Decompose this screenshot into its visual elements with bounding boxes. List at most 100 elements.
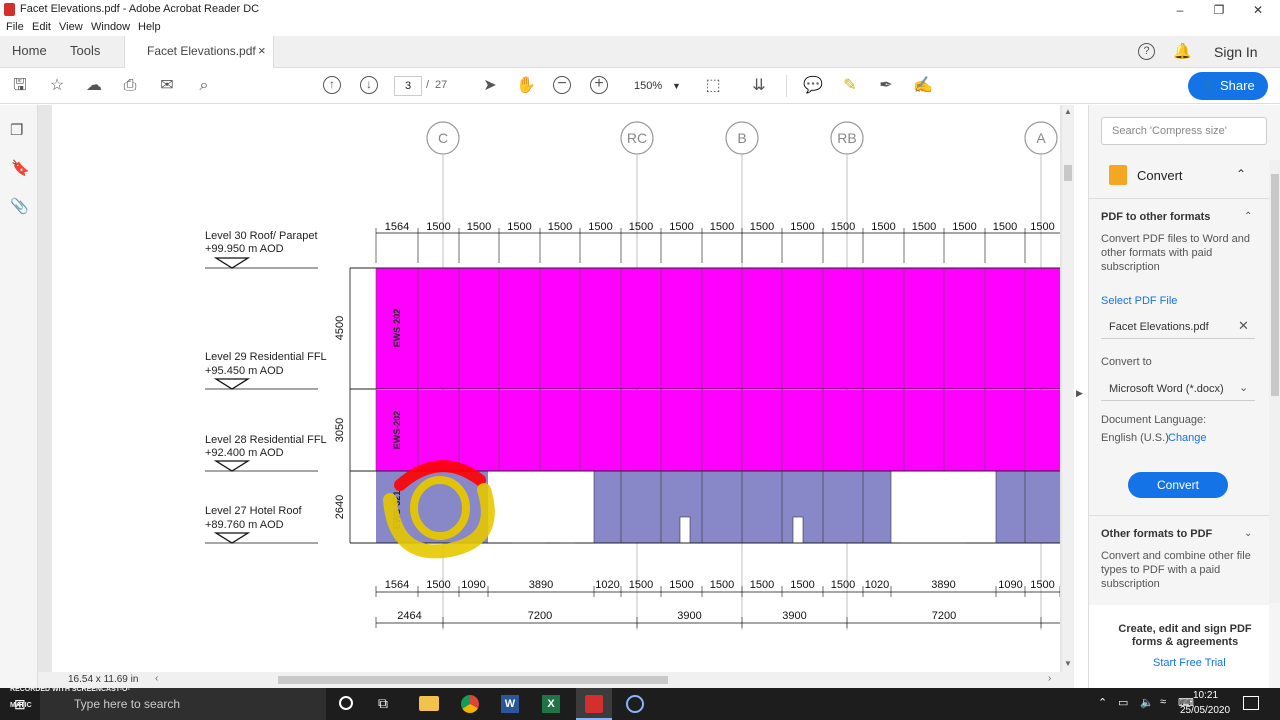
- remove-file-icon[interactable]: ✕: [1238, 318, 1249, 334]
- bookmark-icon[interactable]: 🔖: [11, 159, 30, 177]
- close-window-button[interactable]: ✕: [1238, 0, 1278, 20]
- bottom-dimension: 1500: [669, 579, 693, 591]
- excel-icon[interactable]: X: [542, 695, 560, 713]
- zoom-in-icon[interactable]: +: [590, 76, 608, 94]
- tab-home[interactable]: Home: [12, 36, 47, 68]
- search-placeholder: Search 'Compress size': [1112, 125, 1227, 137]
- previous-page-icon[interactable]: ↑: [323, 76, 341, 94]
- top-dimension: 1500: [871, 221, 895, 233]
- attachment-icon[interactable]: 📎: [10, 197, 29, 215]
- tray-chevron-icon[interactable]: ⌃: [1098, 696, 1107, 709]
- tab-close-icon[interactable]: ×: [258, 36, 266, 68]
- menu-edit[interactable]: Edit: [32, 21, 51, 33]
- right-pane-scrollbar[interactable]: [1269, 160, 1280, 603]
- share-button[interactable]: 👤 Share: [1188, 72, 1268, 100]
- tab-document[interactable]: Facet Elevations.pdf ×: [124, 36, 274, 68]
- hand-tool-icon[interactable]: ✋: [516, 76, 536, 96]
- top-dimension: 1500: [831, 221, 855, 233]
- vertical-scrollbar[interactable]: ▲ ▼: [1062, 105, 1074, 672]
- top-dimension: 1500: [426, 221, 450, 233]
- print-icon[interactable]: ⎙: [120, 76, 140, 96]
- menu-file[interactable]: File: [6, 21, 24, 33]
- acrobat-taskbar-button[interactable]: [576, 688, 612, 720]
- file-explorer-icon[interactable]: [419, 696, 439, 711]
- taskbar-time[interactable]: 10:21: [1193, 690, 1218, 701]
- taskbar-date[interactable]: 25/05/2020: [1180, 705, 1230, 716]
- battery-icon[interactable]: ▭: [1118, 696, 1128, 709]
- start-free-trial-link[interactable]: Start Free Trial: [1153, 657, 1226, 669]
- vertical-scrollbar-thumb[interactable]: [1064, 165, 1072, 181]
- wifi-icon[interactable]: ≈: [1160, 696, 1166, 708]
- scroll-down-icon[interactable]: ▼: [1064, 659, 1072, 668]
- chrome-icon[interactable]: [461, 695, 479, 713]
- star-icon[interactable]: ☆: [47, 76, 67, 96]
- scroll-up-icon[interactable]: ▲: [1064, 107, 1072, 116]
- task-view-icon[interactable]: ⧉: [378, 695, 388, 712]
- page-number-input[interactable]: 3: [394, 76, 422, 96]
- tab-tools[interactable]: Tools: [70, 36, 100, 68]
- menu-view[interactable]: View: [59, 21, 83, 33]
- minimize-button[interactable]: –: [1160, 0, 1200, 20]
- notification-bell-icon[interactable]: 🔔: [1173, 42, 1192, 60]
- top-dimension: 1500: [952, 221, 976, 233]
- page-total: 27: [435, 79, 448, 91]
- pdf-to-other-description: Convert PDF files to Word and other form…: [1101, 233, 1250, 273]
- menu-help[interactable]: Help: [138, 21, 161, 33]
- pages-thumbnail-icon[interactable]: ❐: [10, 121, 23, 139]
- top-dimension: 1500: [669, 221, 693, 233]
- zoom-select[interactable]: 150% ▼: [624, 76, 684, 96]
- change-language-link[interactable]: Change: [1168, 432, 1207, 444]
- bottom-dimension: 1564: [385, 579, 409, 591]
- fit-page-icon[interactable]: ⬚: [703, 76, 723, 96]
- page-separator: /: [426, 79, 430, 91]
- selected-file-field[interactable]: Facet Elevations.pdf ✕: [1101, 315, 1255, 339]
- scroll-left-icon[interactable]: ‹: [155, 673, 158, 684]
- notifications-icon[interactable]: [1243, 696, 1259, 710]
- zoom-out-icon[interactable]: −: [553, 76, 571, 94]
- next-page-icon[interactable]: ↓: [360, 76, 378, 94]
- email-icon[interactable]: ✉: [157, 76, 177, 96]
- chevron-up-icon[interactable]: ⌃: [1244, 211, 1252, 222]
- menu-window[interactable]: Window: [91, 21, 130, 33]
- fill-sign-icon[interactable]: ✍: [913, 76, 933, 96]
- horizontal-scrollbar[interactable]: 16.54 x 11.69 in ‹ ›: [38, 672, 1074, 688]
- screencast-app-icon[interactable]: [626, 695, 644, 713]
- expand-right-panel-icon[interactable]: ▶: [1076, 388, 1083, 399]
- right-pane-scrollbar-thumb[interactable]: [1271, 174, 1279, 396]
- format-select[interactable]: Microsoft Word (*.docx) ⌄: [1101, 377, 1255, 401]
- volume-icon[interactable]: 🔈: [1140, 696, 1154, 709]
- top-dimension: 1500: [710, 221, 734, 233]
- select-cursor-icon[interactable]: ➤: [480, 76, 500, 96]
- horizontal-scrollbar-thumb[interactable]: [278, 676, 668, 684]
- tools-search-input[interactable]: Search 'Compress size': [1101, 117, 1267, 145]
- search-icon[interactable]: ⌕: [194, 76, 214, 96]
- collapse-convert-icon[interactable]: ⌃: [1236, 167, 1246, 181]
- comment-icon[interactable]: 💬: [803, 76, 823, 96]
- grid-label: RC: [627, 130, 647, 146]
- chevron-down-icon[interactable]: ⌄: [1244, 528, 1252, 539]
- sign-in-link[interactable]: Sign In: [1214, 44, 1258, 60]
- cortana-icon[interactable]: [339, 696, 353, 710]
- cloud-upload-icon[interactable]: ☁: [84, 76, 104, 96]
- span-dimension: 7200: [932, 610, 956, 622]
- grid-label: A: [1036, 130, 1046, 146]
- scroll-mode-icon[interactable]: ⇊: [749, 76, 769, 96]
- toolbar-divider: [786, 75, 787, 97]
- word-icon[interactable]: W: [501, 695, 519, 713]
- screencast-watermark: RECORDED WITH SCREENCAST-O-MATIC: [10, 686, 130, 709]
- panel-tag: EWS-202: [392, 309, 402, 348]
- grid-label: RB: [837, 130, 856, 146]
- share-label: Share: [1220, 78, 1255, 93]
- maximize-button[interactable]: ❐: [1199, 0, 1239, 20]
- convert-button[interactable]: Convert: [1128, 472, 1228, 498]
- save-icon[interactable]: 🖫: [10, 76, 30, 96]
- vertical-dimension: 4500: [334, 316, 346, 340]
- help-icon[interactable]: ?: [1138, 43, 1155, 60]
- highlight-icon[interactable]: ✎: [840, 76, 860, 96]
- window-title: Facet Elevations.pdf - Adobe Acrobat Rea…: [20, 3, 260, 15]
- document-viewport[interactable]: C RC B RB A Level 30 Roof/ Parapet +99.950 m A…: [38, 105, 1083, 688]
- level-27-panel: [594, 471, 891, 543]
- sign-pen-icon[interactable]: ✒: [876, 76, 896, 96]
- scroll-right-icon[interactable]: ›: [1048, 673, 1051, 684]
- bottom-dimension: 1500: [790, 579, 814, 591]
